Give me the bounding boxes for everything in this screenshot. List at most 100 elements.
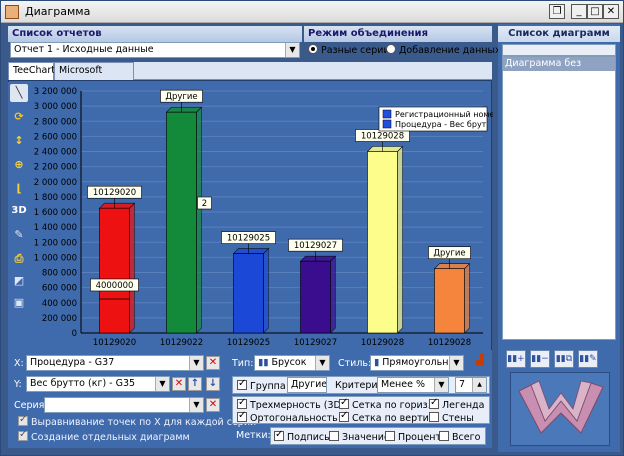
clear-series-icon[interactable]: ✕ [206, 398, 220, 412]
maximize-button[interactable]: □ [587, 4, 603, 19]
minimize-button[interactable]: _ [571, 4, 587, 19]
axis-icon[interactable]: ⌊ [10, 180, 28, 198]
x-label: X: [14, 358, 24, 369]
group-checkbox[interactable]: Группа [237, 378, 286, 392]
chart-area: 0 200 000 400 000 600 000 800 000 1 000 000 1 … [8, 80, 494, 352]
chevron-down-icon[interactable]: ▼ [285, 43, 299, 57]
y-tick-label: 0 [72, 329, 77, 339]
checkbox-box [329, 431, 339, 441]
edit-icon[interactable]: ✎ [10, 226, 28, 244]
diagram-list-toolbar [502, 44, 616, 56]
group-input-value: Другие [291, 379, 327, 390]
sort-desc-icon[interactable]: ↓ [206, 377, 220, 391]
y-tick-label: 800 000 [42, 269, 77, 279]
bar-label: 10129027 [294, 241, 337, 251]
chevron-down-icon[interactable]: ▼ [315, 356, 329, 370]
chevron-down-icon[interactable]: ▼ [189, 398, 203, 412]
preview-surface-icon [518, 380, 604, 434]
sort-asc-icon[interactable]: ↑ [188, 377, 202, 391]
radio-dot [308, 44, 318, 54]
threed-checkbox[interactable]: Трехмерность (3D) [237, 397, 345, 411]
bar-type-icon: ▮▮ [258, 357, 272, 368]
save-icon[interactable]: ▣ [10, 294, 28, 312]
grid-h-checkbox[interactable]: Сетка по гориз. [339, 397, 431, 411]
3d-icon[interactable]: 3D [10, 202, 28, 220]
chevron-down-icon[interactable]: ▼ [189, 356, 203, 370]
bar [233, 253, 264, 334]
ortho-checkbox[interactable]: Ортогональность [237, 410, 338, 424]
style-select[interactable]: ▮ Прямоугольник ▼ [370, 355, 464, 371]
marks-value-checkbox[interactable]: Значение [329, 431, 390, 443]
align-x-label: Выравнивание точек по X для каждой серии [31, 417, 257, 428]
diagram-list[interactable]: Диаграмма без имени [502, 56, 616, 340]
grid-v-checkbox[interactable]: Сетка по вертик. [339, 410, 438, 424]
criterion-stepper[interactable]: 7 ▲ [455, 377, 487, 393]
type-select-value: Брусок [271, 357, 307, 368]
chevron-down-icon[interactable]: ▼ [449, 356, 463, 370]
y-tick-label: 1 000 000 [34, 253, 77, 263]
marks-label: Метки: [236, 430, 271, 441]
chevron-down-icon[interactable]: ▼ [434, 378, 448, 392]
chevron-down-icon[interactable]: ▼ [155, 377, 169, 391]
series-select[interactable]: ▼ [44, 397, 204, 413]
diagram-list-header: Список диаграмм [498, 26, 620, 42]
close-button[interactable]: ✕ [603, 4, 619, 19]
checkbox-box [18, 429, 28, 441]
tab-teechart[interactable]: TeeChart [8, 62, 55, 80]
bar-label: Другие [165, 92, 197, 102]
y-tick-label: 400 000 [42, 299, 77, 309]
type-select[interactable]: ▮▮ Брусок ▼ [254, 355, 330, 371]
checkbox-box [385, 431, 395, 441]
checkbox-box [339, 410, 349, 422]
stepper-arrows-icon[interactable]: ▲ [472, 378, 486, 392]
marks-caption-checkbox[interactable]: Подпись [274, 429, 330, 443]
separate-checkbox[interactable]: Создание отдельных диаграмм [18, 429, 190, 443]
palette-icon[interactable]: ◩ [10, 272, 28, 290]
zoom-icon[interactable]: ⊕ [10, 156, 28, 174]
marks-total-checkbox[interactable]: Всего [439, 431, 480, 443]
criterion-select[interactable]: Менее % ▼ [377, 377, 449, 393]
merge-header: Режим объединения [304, 26, 492, 42]
refresh-icon[interactable]: ⟳ [10, 108, 28, 126]
x-tick-label: 10129027 [294, 338, 337, 348]
reports-select[interactable]: Отчет 1 - Исходные данные ▼ [10, 42, 300, 58]
y-select[interactable]: Вес брутто (кг) - G35 ▼ [26, 376, 170, 392]
marks-percent-checkbox[interactable]: Процент [385, 431, 441, 443]
ortho-label: Ортогональность [250, 413, 338, 424]
bar-side [330, 255, 336, 334]
move-icon[interactable]: ↕ [10, 132, 28, 150]
align-x-checkbox[interactable]: Выравнивание точек по X для каждой серии [18, 414, 257, 428]
x-select[interactable]: Процедура - G37 ▼ [26, 355, 204, 371]
merge-option-append[interactable]: Добавление данных [386, 44, 501, 56]
walls-checkbox[interactable]: Стены [429, 412, 474, 424]
legend-checkbox[interactable]: Легенда [429, 397, 484, 411]
clear-x-icon[interactable]: ✕ [206, 356, 220, 370]
y-tick-label: 2 800 000 [34, 117, 77, 127]
delete-diagram-icon[interactable]: ▮▮− [530, 350, 550, 368]
restore-button[interactable]: ❐ [549, 4, 565, 19]
clear-y-icon[interactable]: ✕ [172, 377, 186, 391]
rename-diagram-icon[interactable]: ▮▮✎ [578, 350, 598, 368]
y-tick-label: 1 200 000 [34, 238, 77, 248]
checkbox-box [429, 412, 439, 422]
app-icon [5, 5, 19, 19]
threed-label: Трехмерность (3D) [250, 400, 345, 411]
chart-wizard-icon[interactable]: ▟ [472, 355, 488, 371]
merge-option-series-label: Разные серии [321, 45, 390, 56]
style-label: Стиль: [338, 358, 372, 369]
y-tick-label: 600 000 [42, 284, 77, 294]
checkbox-box [237, 410, 247, 422]
group-input[interactable]: Другие [287, 377, 327, 393]
copy-diagram-icon[interactable]: ▮▮⧉ [554, 350, 574, 368]
bar-label: 10129025 [227, 234, 270, 244]
merge-option-series[interactable]: Разные серии [308, 44, 390, 56]
bar [300, 260, 331, 334]
tab-microsoft-graph[interactable]: Microsoft Graph [54, 62, 134, 92]
y-tick-label: 3 000 000 [34, 102, 77, 112]
add-diagram-icon[interactable]: ▮▮+ [506, 350, 526, 368]
list-item[interactable]: Диаграмма без имени [503, 57, 615, 83]
print-icon[interactable]: ⎙ [10, 250, 28, 268]
y-tick-label: 1 400 000 [34, 223, 77, 233]
line-tool-icon[interactable]: ╲ [10, 84, 28, 102]
y-tick-label: 2 600 000 [34, 132, 77, 142]
